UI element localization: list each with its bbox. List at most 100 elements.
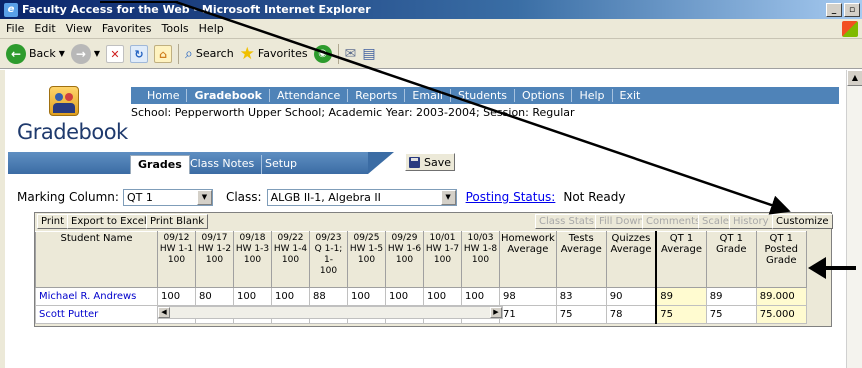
score-cell[interactable]: 100 bbox=[157, 287, 196, 306]
assignment-header[interactable]: 10/01 HW 1-7 100 bbox=[423, 231, 462, 288]
home-button[interactable]: ⌂ bbox=[154, 44, 173, 63]
assignment-header[interactable]: 09/12 HW 1-1 100 bbox=[157, 231, 196, 288]
class-stats-button[interactable]: Class Stats bbox=[535, 214, 599, 229]
back-label: Back bbox=[29, 47, 56, 60]
main-nav: Home Gradebook Attendance Reports Email … bbox=[131, 87, 839, 104]
nav-options[interactable]: Options bbox=[515, 89, 573, 102]
browser-toolbar: ← Back ▼ → ▼ ✕ ↻ ⌂ ⌕ Search ★ Favorites … bbox=[0, 39, 862, 69]
windows-logo-icon bbox=[842, 21, 858, 37]
export-excel-button[interactable]: Export to Excel bbox=[67, 214, 151, 229]
score-cell[interactable]: 100 bbox=[347, 287, 386, 306]
tests-average-header[interactable]: Tests Average bbox=[555, 231, 607, 288]
class-select[interactable]: ALGB II-1, Algebra II ▼ bbox=[266, 188, 457, 206]
vertical-scrollbar[interactable]: ▲ bbox=[846, 70, 862, 368]
maximize-button[interactable]: ▫ bbox=[844, 2, 860, 17]
score-cell[interactable]: 100 bbox=[385, 287, 424, 306]
save-button[interactable]: Save bbox=[405, 153, 455, 171]
score-cell[interactable]: 100 bbox=[423, 287, 462, 306]
assignment-header[interactable]: 09/18 HW 1-3 100 bbox=[233, 231, 272, 288]
student-name-link[interactable]: Scott Putter bbox=[35, 305, 158, 324]
assignment-header[interactable]: 09/22 HW 1-4 100 bbox=[271, 231, 310, 288]
chevron-down-icon[interactable]: ▼ bbox=[196, 189, 212, 205]
favorites-label: Favorites bbox=[257, 47, 308, 60]
media-button[interactable]: ◉ bbox=[313, 44, 332, 63]
gradebook-logo: Gradebook bbox=[17, 82, 128, 152]
student-name-link[interactable]: Michael R. Andrews bbox=[35, 287, 158, 306]
print-page-button[interactable]: ▤ bbox=[362, 46, 375, 62]
browser-frame-left bbox=[0, 70, 5, 368]
history-button[interactable]: History bbox=[729, 214, 773, 229]
scroll-up-icon[interactable]: ▲ bbox=[847, 70, 862, 86]
print-blank-button[interactable]: Print Blank bbox=[146, 214, 209, 229]
assignment-header[interactable]: 10/03 HW 1-8 100 bbox=[461, 231, 500, 288]
posting-status-link[interactable]: Posting Status: bbox=[466, 190, 556, 204]
qt-posted-grade-header[interactable]: QT 1 Posted Grade bbox=[755, 231, 807, 288]
chevron-down-icon[interactable]: ▼ bbox=[440, 189, 456, 205]
qt-average-header[interactable]: QT 1 Average bbox=[655, 231, 707, 288]
score-cell[interactable]: 100 bbox=[271, 287, 310, 306]
menu-view[interactable]: View bbox=[66, 22, 92, 35]
print-icon: ▤ bbox=[362, 45, 376, 62]
qt-grade-header[interactable]: QT 1 Grade bbox=[705, 231, 757, 288]
posting-status-value: Not Ready bbox=[563, 190, 626, 204]
menu-favorites[interactable]: Favorites bbox=[102, 22, 152, 35]
filter-row: Marking Column: QT 1 ▼ Class: ALGB II-1,… bbox=[17, 188, 837, 206]
menu-bar: File Edit View Favorites Tools Help bbox=[0, 19, 862, 39]
qt-average-cell: 75 bbox=[655, 305, 707, 324]
forward-button[interactable]: → ▼ bbox=[70, 43, 101, 64]
score-cell[interactable]: 100 bbox=[461, 287, 500, 306]
menu-file[interactable]: File bbox=[6, 22, 24, 35]
score-cell[interactable]: 88 bbox=[309, 287, 348, 306]
forward-arrow-icon: → bbox=[70, 43, 91, 64]
nav-gradebook[interactable]: Gradebook bbox=[187, 89, 270, 102]
homework-average-header[interactable]: Homework Average bbox=[499, 231, 557, 288]
marking-column-select[interactable]: QT 1 ▼ bbox=[122, 188, 213, 206]
stop-button[interactable]: ✕ bbox=[106, 44, 125, 63]
nav-home[interactable]: Home bbox=[131, 89, 188, 102]
qt-grade-cell[interactable]: 89 bbox=[705, 287, 757, 306]
menu-tools[interactable]: Tools bbox=[162, 22, 189, 35]
comments-button[interactable]: Comments bbox=[642, 214, 705, 229]
assignment-header[interactable]: 09/29 HW 1-6 100 bbox=[385, 231, 424, 288]
mail-icon: ✉ bbox=[344, 45, 357, 62]
print-button[interactable]: Print bbox=[37, 214, 69, 229]
nav-students[interactable]: Students bbox=[451, 89, 515, 102]
search-label: Search bbox=[195, 47, 234, 60]
window-titlebar: e Faculty Access for the Web - Microsoft… bbox=[0, 0, 862, 19]
tab-class-notes[interactable]: Class Notes bbox=[183, 155, 263, 174]
back-button[interactable]: ← Back ▼ bbox=[6, 43, 65, 64]
customize-button[interactable]: Customize bbox=[772, 214, 833, 229]
quizzes-average-header[interactable]: Quizzes Average bbox=[605, 231, 657, 288]
menu-help[interactable]: Help bbox=[199, 22, 224, 35]
score-cell[interactable]: 80 bbox=[195, 287, 234, 306]
chevron-down-icon: ▼ bbox=[93, 49, 101, 58]
nav-reports[interactable]: Reports bbox=[348, 89, 406, 102]
quizzes-average-cell: 90 bbox=[605, 287, 657, 306]
refresh-button[interactable]: ↻ bbox=[130, 44, 149, 63]
score-cell[interactable]: 100 bbox=[233, 287, 272, 306]
minimize-button[interactable]: _ bbox=[826, 2, 842, 17]
scroll-left-icon[interactable]: ◀ bbox=[158, 307, 170, 318]
favorites-button[interactable]: ★ Favorites bbox=[240, 45, 308, 63]
qt-grade-cell[interactable]: 75 bbox=[705, 305, 757, 324]
assignment-header[interactable]: 09/25 HW 1-5 100 bbox=[347, 231, 386, 288]
mail-button[interactable]: ✉ bbox=[345, 46, 357, 62]
menu-edit[interactable]: Edit bbox=[34, 22, 55, 35]
assignment-header[interactable]: 09/23 Q 1-1; 1- 100 bbox=[309, 231, 348, 288]
nav-help[interactable]: Help bbox=[572, 89, 613, 102]
nav-email[interactable]: Email bbox=[405, 89, 451, 102]
student-name-header[interactable]: Student Name bbox=[35, 231, 158, 288]
gradebook-people-icon bbox=[49, 86, 79, 116]
fill-down-button[interactable]: Fill Down bbox=[595, 214, 648, 229]
school-info: School: Pepperworth Upper School; Academ… bbox=[131, 106, 575, 119]
quizzes-average-cell: 78 bbox=[605, 305, 657, 324]
scale-button[interactable]: Scale bbox=[698, 214, 733, 229]
nav-exit[interactable]: Exit bbox=[613, 89, 648, 102]
tab-grades[interactable]: Grades bbox=[130, 155, 190, 174]
scroll-right-icon[interactable]: ▶ bbox=[490, 307, 502, 318]
nav-attendance[interactable]: Attendance bbox=[270, 89, 349, 102]
assignment-header[interactable]: 09/17 HW 1-2 100 bbox=[195, 231, 234, 288]
horizontal-scrollbar[interactable]: ◀ ▶ bbox=[157, 306, 503, 319]
search-button[interactable]: ⌕ Search bbox=[185, 46, 234, 62]
tab-setup[interactable]: Setup bbox=[258, 155, 304, 174]
